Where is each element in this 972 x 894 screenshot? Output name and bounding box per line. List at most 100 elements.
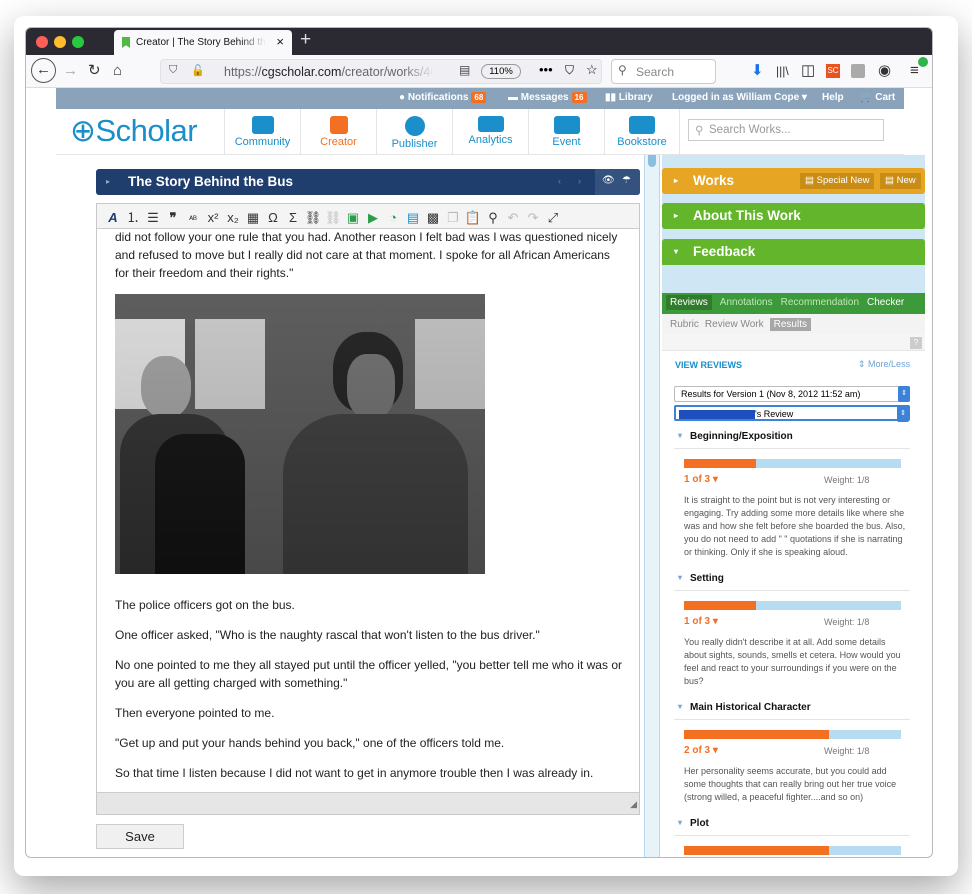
nav-bar: ← → ↻ ⌂ ⛉ 🔓 https://cgscholar.com/creato…	[26, 55, 932, 88]
download-icon[interactable]: ⬇	[751, 61, 764, 81]
resize-handle-icon[interactable]: ◢	[630, 799, 637, 810]
math-icon[interactable]: Σ	[283, 210, 303, 225]
new-work-button[interactable]: ▤ New	[880, 173, 921, 189]
pocket-icon[interactable]: ⛉	[565, 63, 574, 78]
insert-image-icon[interactable]: ▣	[343, 210, 363, 226]
subtab-results[interactable]: Results	[769, 318, 811, 331]
nav-event[interactable]: Event	[528, 109, 604, 155]
preview-eye-icon[interactable]: 👁	[602, 175, 615, 186]
subtab-review-work[interactable]: Review Work	[705, 319, 764, 330]
criterion-title[interactable]: Setting	[674, 573, 910, 589]
undo-icon[interactable]: ↶	[503, 210, 523, 226]
back-icon[interactable]: ←	[31, 58, 56, 83]
nav-community[interactable]: Community	[224, 109, 300, 155]
insert-file-icon[interactable]: ▤	[403, 210, 423, 226]
special-new-button[interactable]: ▤ Special New	[800, 173, 875, 189]
browser-tab[interactable]: Creator | The Story Behind the Bus ×	[114, 30, 292, 55]
score-label[interactable]: 1 of 3 ▾	[684, 616, 718, 627]
reviewer-select[interactable]: 's Review ⇕	[674, 405, 910, 422]
superscript-icon[interactable]: x²	[203, 210, 223, 225]
shield-icon[interactable]: ⛉	[169, 64, 177, 77]
works-header[interactable]: ▸ Works ▤ Special New ▤ New	[662, 168, 925, 194]
nav-bookstore[interactable]: Bookstore	[604, 109, 680, 155]
close-window-icon[interactable]	[36, 36, 48, 48]
unlink-icon[interactable]: ⛓	[323, 210, 343, 226]
fullscreen-icon[interactable]: ⤢	[543, 210, 563, 226]
minimize-window-icon[interactable]	[54, 36, 66, 48]
find-icon[interactable]: ⚲	[483, 210, 503, 226]
forward-icon[interactable]: →	[63, 61, 78, 81]
nav-analytics[interactable]: Analytics	[452, 109, 528, 155]
settings-icon[interactable]: ☂	[622, 175, 631, 186]
close-tab-icon[interactable]: ×	[276, 34, 284, 49]
more-actions-icon[interactable]: •••	[539, 62, 553, 77]
home-icon[interactable]: ⌂	[113, 61, 122, 81]
blockquote-icon[interactable]: ❞	[163, 210, 183, 226]
redo-icon[interactable]: ↷	[523, 210, 543, 226]
font-style-icon[interactable]: A	[103, 210, 123, 225]
help-icon[interactable]: ?	[910, 337, 922, 349]
prev-arrow-icon[interactable]: ‹	[558, 176, 561, 186]
special-char-icon[interactable]: Ω	[263, 210, 283, 225]
cart-link[interactable]: 🛒 Cart	[860, 92, 895, 103]
criterion-title[interactable]: Beginning/Exposition	[674, 431, 910, 447]
extension-grey-icon[interactable]	[851, 64, 865, 78]
editor-body[interactable]: did not follow your one rule that you ha…	[115, 229, 625, 794]
lock-warning-icon[interactable]: 🔓	[191, 64, 205, 77]
new-tab-icon[interactable]: +	[300, 29, 311, 51]
next-arrow-icon[interactable]: ›	[578, 176, 581, 186]
url-bar[interactable]: ⛉ 🔓 https://cgscholar.com/creator/works/…	[160, 59, 602, 84]
link-icon[interactable]: ⛓	[303, 210, 323, 226]
nav-creator[interactable]: Creator	[300, 109, 376, 155]
help-link[interactable]: Help	[822, 92, 844, 103]
reader-view-icon[interactable]: ▤	[459, 63, 470, 77]
sidebar-icon[interactable]: ◫	[801, 61, 815, 81]
abbreviation-icon[interactable]: ᴬᴮ	[183, 214, 203, 224]
subscript-icon[interactable]: x₂	[223, 210, 243, 225]
zoom-window-icon[interactable]	[72, 36, 84, 48]
url-text[interactable]: https://cgscholar.com/creator/works/40	[224, 65, 434, 79]
nav-publisher[interactable]: Publisher	[376, 109, 452, 155]
library-icon[interactable]: |||\	[776, 61, 789, 81]
numbered-list-icon[interactable]: ⒈	[123, 207, 143, 226]
browser-search-box[interactable]: ⚲ Search	[611, 59, 716, 84]
panel-divider[interactable]	[644, 155, 660, 857]
tab-recommendation[interactable]: Recommendation	[781, 297, 859, 308]
insert-video-icon[interactable]: ▶	[363, 210, 383, 226]
insert-media-icon[interactable]: ◔	[383, 210, 403, 225]
library-label: Library	[618, 92, 653, 103]
rich-text-editor[interactable]: A ⒈ ☰ ❞ ᴬᴮ x² x₂ ▦ Ω Σ ⛓ ⛓ ▣ ▶ ◔ ▤ ▩ ❐ 📋 ⚲ ↶ ↷ ⤢ did not follo…	[96, 203, 640, 815]
more-less-toggle[interactable]: ⇕ More/Less	[858, 359, 910, 370]
score-label[interactable]: 2 of 3 ▾	[684, 745, 718, 756]
zoom-level[interactable]: 110%	[481, 64, 521, 79]
notifications-link[interactable]: ● Notifications 68	[399, 92, 487, 103]
tab-annotations[interactable]: Annotations	[720, 297, 773, 308]
criterion-title[interactable]: Main Historical Character	[674, 702, 910, 718]
library-link[interactable]: ▮▮ Library	[605, 92, 653, 103]
works-search-input[interactable]: ⚲ Search Works...	[688, 119, 884, 141]
tab-reviews[interactable]: Reviews	[666, 295, 712, 310]
user-menu[interactable]: Logged in as William Cope ▾	[672, 92, 807, 103]
messages-link[interactable]: ▬ Messages 16	[508, 92, 587, 103]
criterion-title[interactable]: Plot	[674, 818, 910, 834]
score-label[interactable]: 1 of 3 ▾	[684, 474, 718, 485]
bookmark-star-icon[interactable]: ☆	[586, 62, 598, 78]
right-panel: ▸ Works ▤ Special New ▤ New ▸ About This W…	[662, 155, 925, 857]
insert-dataset-icon[interactable]: ▩	[423, 210, 443, 226]
extension-sc-icon[interactable]: SC	[826, 64, 840, 78]
version-select[interactable]: Results for Version 1 (Nov 8, 2012 11:52…	[674, 386, 910, 402]
reload-icon[interactable]: ↻	[88, 61, 101, 81]
bullet-list-icon[interactable]: ☰	[143, 210, 163, 226]
paste-icon[interactable]: 📋	[463, 210, 483, 226]
collapse-icon[interactable]: ▸	[106, 177, 110, 186]
table-icon[interactable]: ▦	[243, 210, 263, 226]
copy-icon[interactable]: ❐	[443, 210, 463, 226]
save-button[interactable]: Save	[96, 824, 184, 849]
subtab-rubric[interactable]: Rubric	[670, 319, 699, 330]
feedback-header[interactable]: ▾ Feedback	[662, 239, 925, 265]
about-work-header[interactable]: ▸ About This Work	[662, 203, 925, 229]
divider-handle-icon[interactable]	[648, 155, 656, 167]
account-icon[interactable]: ◉	[878, 61, 891, 81]
tab-checker[interactable]: Checker	[867, 297, 904, 308]
scholar-logo[interactable]: ⊕Scholar	[70, 113, 198, 149]
